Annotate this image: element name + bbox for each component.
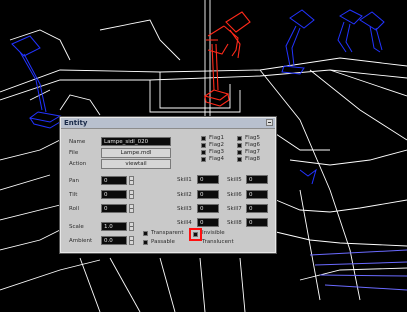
- tilt-stepper[interactable]: [129, 190, 134, 199]
- tilt-label: Tilt: [69, 192, 78, 198]
- skill6-field[interactable]: 0: [246, 190, 268, 199]
- translucent-label: Translucent: [202, 239, 234, 245]
- skill2-field[interactable]: 0: [197, 190, 219, 199]
- skill8-field[interactable]: 0: [246, 218, 268, 227]
- file-label: File: [69, 150, 79, 156]
- skill4-field[interactable]: 0: [197, 218, 219, 227]
- skill5-field[interactable]: 0: [246, 175, 268, 184]
- pan-field[interactable]: 0: [101, 176, 127, 185]
- dialog-titlebar[interactable]: Entity: [61, 118, 275, 129]
- minimize-icon[interactable]: [266, 119, 273, 126]
- skill5-label: Skill5: [227, 177, 242, 183]
- scale-field[interactable]: 1.0: [101, 222, 127, 231]
- action-label: Action: [69, 161, 87, 167]
- invisible-label: Invisible: [202, 230, 225, 236]
- 3d-viewport[interactable]: Entity Name Lampe_sidl_020 File Lampe.md…: [0, 0, 407, 312]
- transparent-label: Transparent: [151, 230, 184, 236]
- entity-dialog: Entity Name Lampe_sidl_020 File Lampe.md…: [60, 117, 276, 253]
- passable-checkbox[interactable]: [143, 240, 148, 245]
- selected-lamp-entity: [203, 11, 251, 107]
- flag4-label: Flag4: [209, 156, 225, 162]
- skill1-label: Skill1: [177, 177, 192, 183]
- ambient-label: Ambient: [69, 238, 93, 244]
- scale-stepper[interactable]: [129, 222, 134, 231]
- pan-label: Pan: [69, 178, 79, 184]
- floor-grid: [309, 249, 407, 291]
- skill7-label: Skill7: [227, 206, 242, 212]
- flag7-checkbox[interactable]: [237, 150, 242, 155]
- flag8-label: Flag8: [245, 156, 261, 162]
- flag5-checkbox[interactable]: [237, 136, 242, 141]
- skill4-label: Skill4: [177, 220, 192, 226]
- roll-field[interactable]: 0: [101, 204, 127, 213]
- skill6-label: Skill6: [227, 192, 242, 198]
- file-button[interactable]: Lampe.mdl: [101, 148, 171, 158]
- scale-label: Scale: [69, 224, 84, 230]
- skill8-label: Skill8: [227, 220, 242, 226]
- skill1-field[interactable]: 0: [197, 175, 219, 184]
- dialog-title: Entity: [64, 119, 88, 127]
- name-field[interactable]: Lampe_sidl_020: [101, 137, 171, 146]
- skill7-field[interactable]: 0: [246, 204, 268, 213]
- flag3-checkbox[interactable]: [201, 150, 206, 155]
- ambient-stepper[interactable]: [129, 236, 134, 245]
- highlight-box: [189, 228, 202, 241]
- name-label: Name: [69, 139, 86, 145]
- flag6-checkbox[interactable]: [237, 143, 242, 148]
- flag2-checkbox[interactable]: [201, 143, 206, 148]
- action-button[interactable]: viewtail: [101, 159, 171, 169]
- tilt-field[interactable]: 0: [101, 190, 127, 199]
- flag1-checkbox[interactable]: [201, 136, 206, 141]
- pan-stepper[interactable]: [129, 176, 134, 185]
- skill3-label: Skill3: [177, 206, 192, 212]
- roll-stepper[interactable]: [129, 204, 134, 213]
- skill3-field[interactable]: 0: [197, 204, 219, 213]
- transparent-checkbox[interactable]: [143, 231, 148, 236]
- skill2-label: Skill2: [177, 192, 192, 198]
- flag4-checkbox[interactable]: [201, 157, 206, 162]
- roll-label: Roll: [69, 206, 79, 212]
- ambient-field[interactable]: 0.0: [101, 236, 127, 245]
- flag8-checkbox[interactable]: [237, 157, 242, 162]
- passable-label: Passable: [151, 239, 175, 245]
